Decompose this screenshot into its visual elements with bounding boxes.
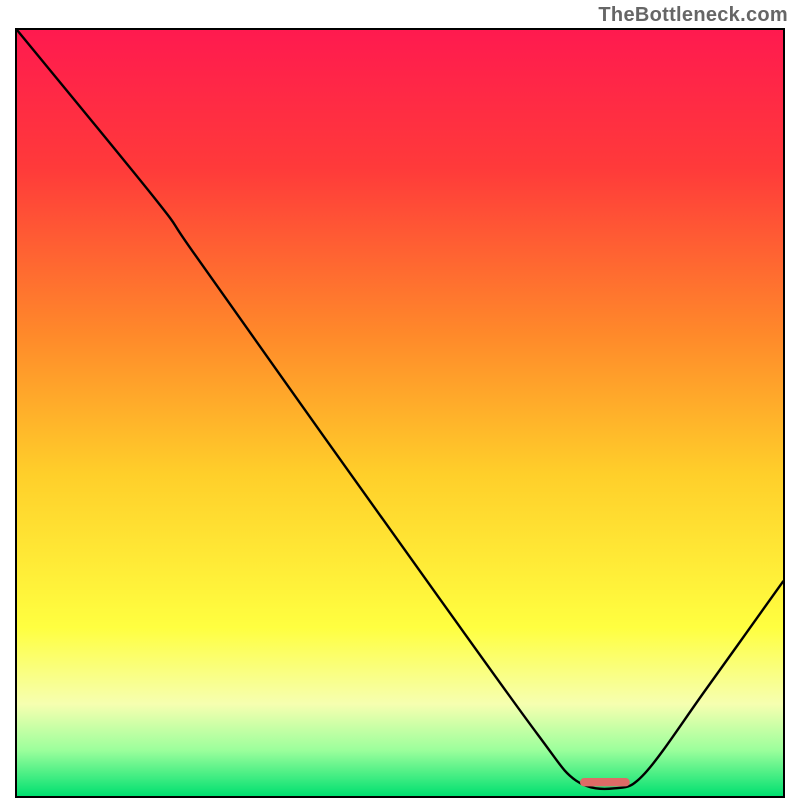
optimal-range-marker — [580, 778, 630, 786]
chart-frame — [15, 28, 785, 798]
chart-background — [17, 30, 783, 796]
bottleneck-chart — [17, 30, 783, 796]
watermark-text: TheBottleneck.com — [598, 4, 788, 27]
